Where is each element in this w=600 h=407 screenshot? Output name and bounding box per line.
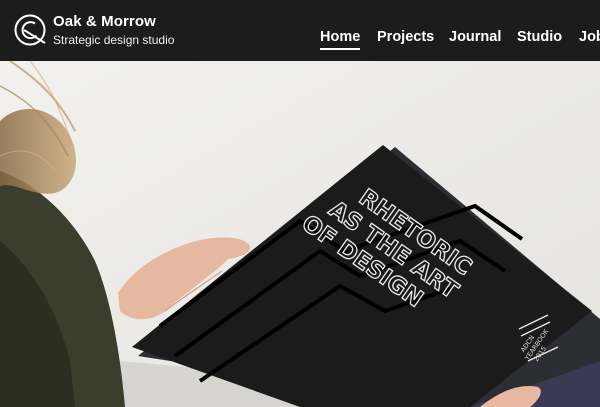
brand-tagline: Strategic design studio [53,33,175,47]
nav-studio[interactable]: Studio [517,29,562,45]
nav-home[interactable]: Home [320,29,361,50]
nav-projects[interactable]: Projects [377,29,434,45]
site-header: Oak & Morrow Strategic design studio Hom… [0,0,600,61]
studio-logo-icon[interactable] [14,14,46,46]
nav-journal[interactable]: Journal [449,29,501,45]
nav-jobs[interactable]: Jobs [579,29,600,45]
hero-photo: RHETORIC AS THE ART OF DESIGN ADCN YEARB… [0,61,600,407]
brand-name[interactable]: Oak & Morrow [53,13,156,30]
hero-image: RHETORIC AS THE ART OF DESIGN ADCN YEARB… [0,61,600,407]
